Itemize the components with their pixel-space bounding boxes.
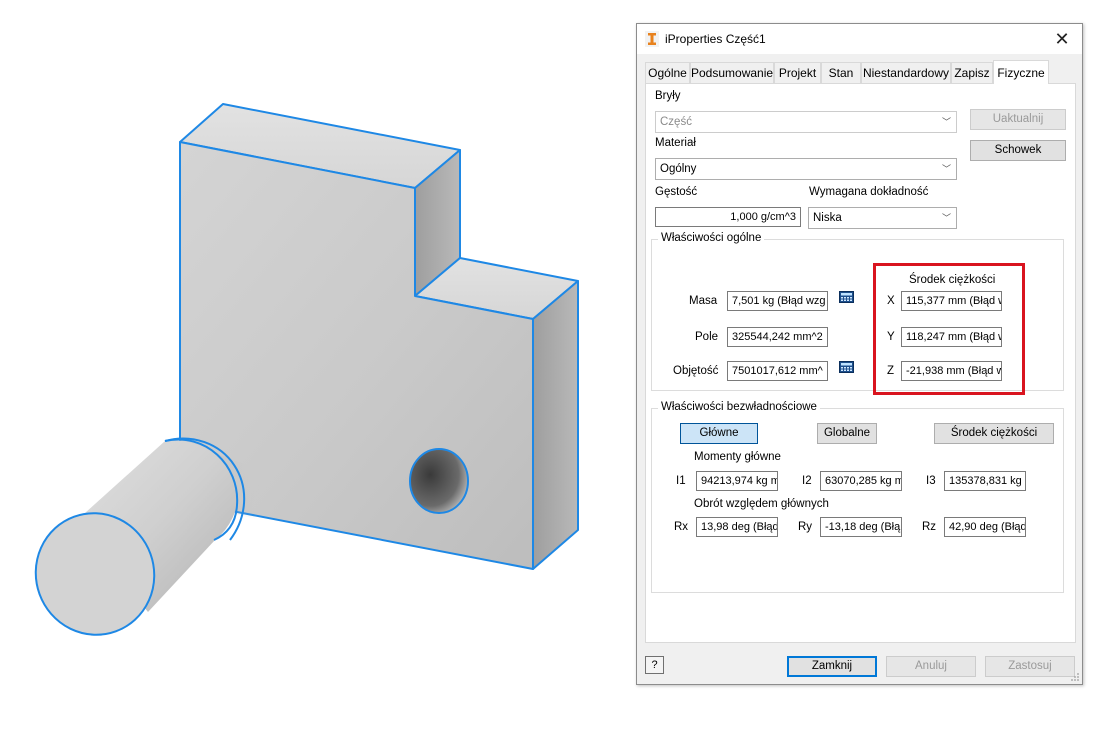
rx-field[interactable]: 13,98 deg (Błąd [696,517,778,537]
density-field[interactable]: 1,000 g/cm^3 [655,207,801,227]
clipboard-button[interactable]: Schowek [970,140,1066,161]
calculator-icon[interactable] [839,361,854,373]
help-icon[interactable]: ? [645,656,664,674]
rx-label: Rx [674,521,689,533]
physical-tab-panel: Bryły Część ﹀ Uaktualnij Materiał Ogólny… [645,83,1076,643]
principal-button[interactable]: Główne [680,423,758,444]
rotation-label: Obrót względem głównych [694,498,829,510]
tab-save[interactable]: Zapisz [951,62,993,83]
mass-label: Masa [689,295,718,307]
global-button[interactable]: Globalne [817,423,877,444]
mass-field[interactable]: 7,501 kg (Błąd wzg [727,291,828,311]
material-label: Materiał [655,137,696,149]
resize-grip-icon[interactable] [1070,672,1080,682]
rz-label: Rz [922,521,937,533]
title-bar: iProperties Część1 ✕ [637,24,1082,54]
iproperties-dialog: iProperties Część1 ✕ Ogólne Podsumowanie… [636,23,1083,685]
solids-combo[interactable]: Część ﹀ [655,111,957,133]
inventor-app-icon [645,31,659,47]
i3-field[interactable]: 135378,831 kg [944,471,1026,491]
accuracy-combo[interactable]: Niska ﹀ [808,207,957,229]
part-model [34,103,579,636]
accuracy-label: Wymagana dokładność [809,186,929,198]
cancel-button[interactable]: Anuluj [886,656,976,677]
volume-label: Objętość [673,365,719,377]
principal-moments-label: Momenty główne [694,451,781,463]
i1-label: I1 [676,475,686,487]
tab-custom[interactable]: Niestandardowy [861,62,951,83]
i1-field[interactable]: 94213,974 kg m [696,471,778,491]
tab-project[interactable]: Projekt [774,62,821,83]
close-button[interactable]: Zamknij [787,656,877,677]
model-viewport[interactable] [0,0,630,731]
i2-field[interactable]: 63070,285 kg m [820,471,902,491]
tab-general[interactable]: Ogólne [645,62,690,83]
highlight-box [873,263,1025,395]
material-combo[interactable]: Ogólny ﹀ [655,158,957,180]
center-of-gravity-button[interactable]: Środek ciężkości [934,423,1054,444]
update-button[interactable]: Uaktualnij [970,109,1066,130]
tab-summary[interactable]: Podsumowanie [690,62,774,83]
area-field[interactable]: 325544,242 mm^2 [727,327,828,347]
density-label: Gęstość [655,186,698,198]
solids-value: Część [660,116,692,128]
inertial-properties-title: Właściwości bezwładnościowe [658,401,820,413]
hole [409,448,469,514]
i3-label: I3 [926,475,936,487]
apply-button[interactable]: Zastosuj [985,656,1075,677]
area-label: Pole [695,331,719,343]
material-value: Ogólny [660,163,697,175]
general-properties-group: Właściwości ogólne Masa 7,501 kg (Błąd w… [651,232,1064,395]
calculator-icon[interactable] [839,291,854,303]
rz-field[interactable]: 42,90 deg (Błąd [944,517,1026,537]
volume-field[interactable]: 7501017,612 mm^ [727,361,828,381]
close-icon[interactable]: ✕ [1052,29,1072,49]
general-properties-title: Właściwości ogólne [658,232,765,244]
tab-physical[interactable]: Fizyczne [993,60,1049,84]
accuracy-value: Niska [813,212,842,224]
chevron-down-icon: ﹀ [941,117,951,127]
chevron-down-icon: ﹀ [941,164,951,174]
i2-label: I2 [802,475,812,487]
inertial-properties-group: Właściwości bezwładnościowe Główne Globa… [651,401,1064,593]
ry-label: Ry [798,521,813,533]
tab-status[interactable]: Stan [821,62,861,83]
dialog-title: iProperties Część1 [665,32,766,46]
solids-label: Bryły [655,90,681,102]
ry-field[interactable]: -13,18 deg (Błą [820,517,902,537]
chevron-down-icon: ﹀ [941,213,951,223]
